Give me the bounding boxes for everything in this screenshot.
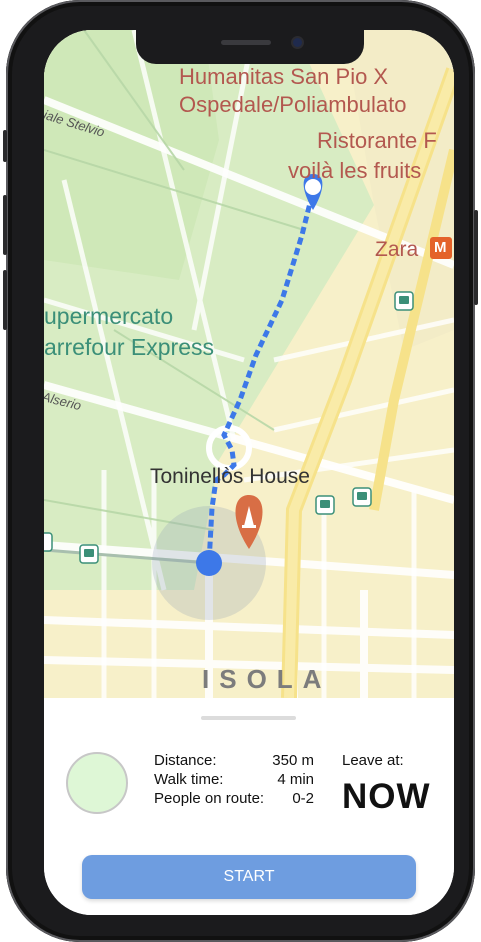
phone-screen: Humanitas San Pio X Ospedale/Poliambulat… xyxy=(44,30,454,915)
people-row: People on route: 0-2 xyxy=(154,790,314,809)
leave-at-value[interactable]: NOW xyxy=(342,777,442,817)
poi-supermarket-label-1[interactable]: upermercato xyxy=(44,305,173,328)
destination-label[interactable]: Toninellòs House xyxy=(150,466,310,487)
people-value: 0-2 xyxy=(292,790,314,807)
district-label: ISOLA xyxy=(202,664,332,694)
distance-row: Distance: 350 m xyxy=(154,752,314,771)
poi-fruits-label[interactable]: voilà les fruits xyxy=(288,160,421,182)
poi-hospital-label-1[interactable]: Humanitas San Pio X xyxy=(179,66,388,88)
tram-stop-icon xyxy=(315,495,335,515)
silent-switch xyxy=(3,130,7,162)
tram-stop-icon xyxy=(79,544,99,564)
people-label: People on route: xyxy=(154,790,265,807)
distance-value: 350 m xyxy=(272,752,314,769)
route-status-circle xyxy=(66,752,128,814)
volume-up-button xyxy=(3,195,7,255)
power-button xyxy=(474,210,478,305)
metro-badge-label: M xyxy=(434,239,447,256)
poi-zara-label[interactable]: Zara xyxy=(375,239,418,260)
start-location-dot[interactable] xyxy=(196,550,222,576)
speaker-grille xyxy=(221,40,271,45)
distance-label: Distance: xyxy=(154,752,217,769)
sheet-drag-handle[interactable] xyxy=(201,716,296,720)
poi-restaurant-label[interactable]: Ristorante F xyxy=(317,130,437,152)
walk-time-value: 4 min xyxy=(277,771,314,788)
tram-stop-icon xyxy=(352,487,372,507)
walk-time-row: Walk time: 4 min xyxy=(154,771,314,790)
map-view[interactable]: Humanitas San Pio X Ospedale/Poliambulat… xyxy=(44,30,454,699)
start-button[interactable]: START xyxy=(82,855,416,899)
phone-notch xyxy=(136,30,364,64)
leave-at-block: Leave at: NOW xyxy=(342,752,442,817)
poi-hospital-label-2[interactable]: Ospedale/Poliambulato xyxy=(179,94,406,116)
route-details: Distance: 350 m Walk time: 4 min People … xyxy=(154,752,314,809)
walk-time-label: Walk time: xyxy=(154,771,224,788)
tram-stop-icon xyxy=(394,291,414,311)
poi-supermarket-label-2[interactable]: arrefour Express xyxy=(44,336,214,359)
leave-at-label: Leave at: xyxy=(342,752,404,769)
volume-down-button xyxy=(3,270,7,330)
route-info-sheet: Distance: 350 m Walk time: 4 min People … xyxy=(44,698,454,915)
tram-stop-icon xyxy=(44,532,53,552)
front-camera xyxy=(293,38,302,47)
